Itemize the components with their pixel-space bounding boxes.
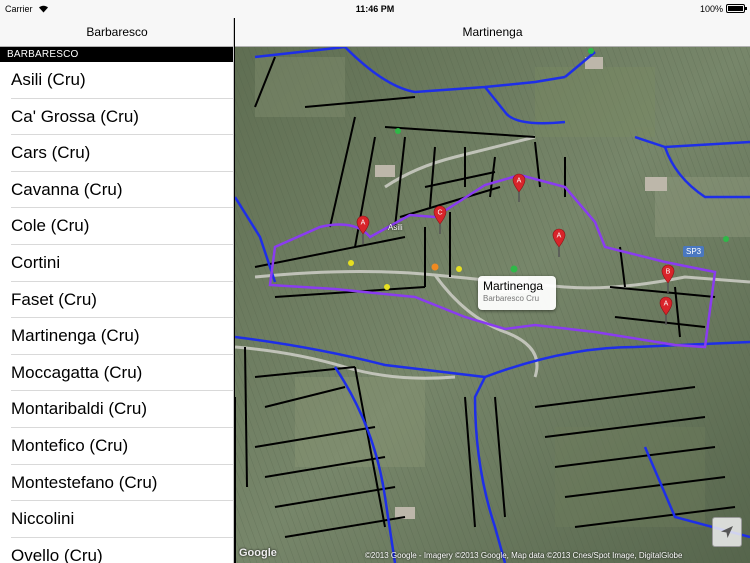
list-item[interactable]: Ovello (Cru) [0,538,233,563]
status-time: 11:46 PM [355,4,395,14]
list-item[interactable]: Cavanna (Cru) [0,172,233,209]
location-arrow-icon [721,526,733,538]
pin-label: A [664,301,669,308]
map-callout[interactable]: Martinenga Barbaresco Cru [478,276,556,310]
sidebar-nav-title: Barbaresco [86,25,148,39]
pin-label: C [437,210,442,217]
status-bar: Carrier 11:46 PM 100% [0,0,750,18]
list-item[interactable]: Martinenga (Cru) [0,318,233,355]
road-label: SP3 [683,246,705,257]
callout-subtitle: Barbaresco Cru [483,294,540,303]
map-attribution: ©2013 Google - Imagery ©2013 Google, Map… [365,551,683,560]
map-panel: Martinenga A C A A B A Asili SP3 Martine… [235,0,750,563]
battery-icon [726,4,747,13]
callout-title: Martinenga [483,279,544,293]
battery-percent: 100% [699,4,723,14]
google-logo: Google [239,547,277,559]
list-item[interactable]: Cole (Cru) [0,208,233,245]
locate-button[interactable] [712,517,742,547]
town-label: Asili [388,223,403,232]
map-nav-title: Martinenga [462,25,523,39]
sidebar-navbar: Barbaresco [0,18,233,47]
list-item[interactable]: Asili (Cru) [0,62,233,99]
list-item[interactable]: Ca' Grossa (Cru) [0,99,233,136]
list-item[interactable]: Cortini [0,245,233,282]
sidebar: Barbaresco BARBARESCO Asili (Cru) Ca' Gr… [0,0,234,563]
pin-label: B [666,269,671,276]
pin-label: A [557,233,562,240]
satellite-map[interactable]: A C A A B A Asili SP3 Martinenga Barbare… [235,47,750,563]
cru-list: Asili (Cru) Ca' Grossa (Cru) Cars (Cru) … [0,62,233,563]
map-navbar: Martinenga [235,18,750,47]
list-item[interactable]: Montestefano (Cru) [0,465,233,502]
list-item[interactable]: Montaribaldi (Cru) [0,391,233,428]
list-item[interactable]: Montefico (Cru) [0,428,233,465]
list-item[interactable]: Moccagatta (Cru) [0,355,233,392]
pin-label: A [517,178,522,185]
section-header: BARBARESCO [0,47,233,62]
list-item[interactable]: Faset (Cru) [0,282,233,319]
pin-label: A [361,220,366,227]
list-item[interactable]: Niccolini [0,501,233,538]
list-item[interactable]: Cars (Cru) [0,135,233,172]
